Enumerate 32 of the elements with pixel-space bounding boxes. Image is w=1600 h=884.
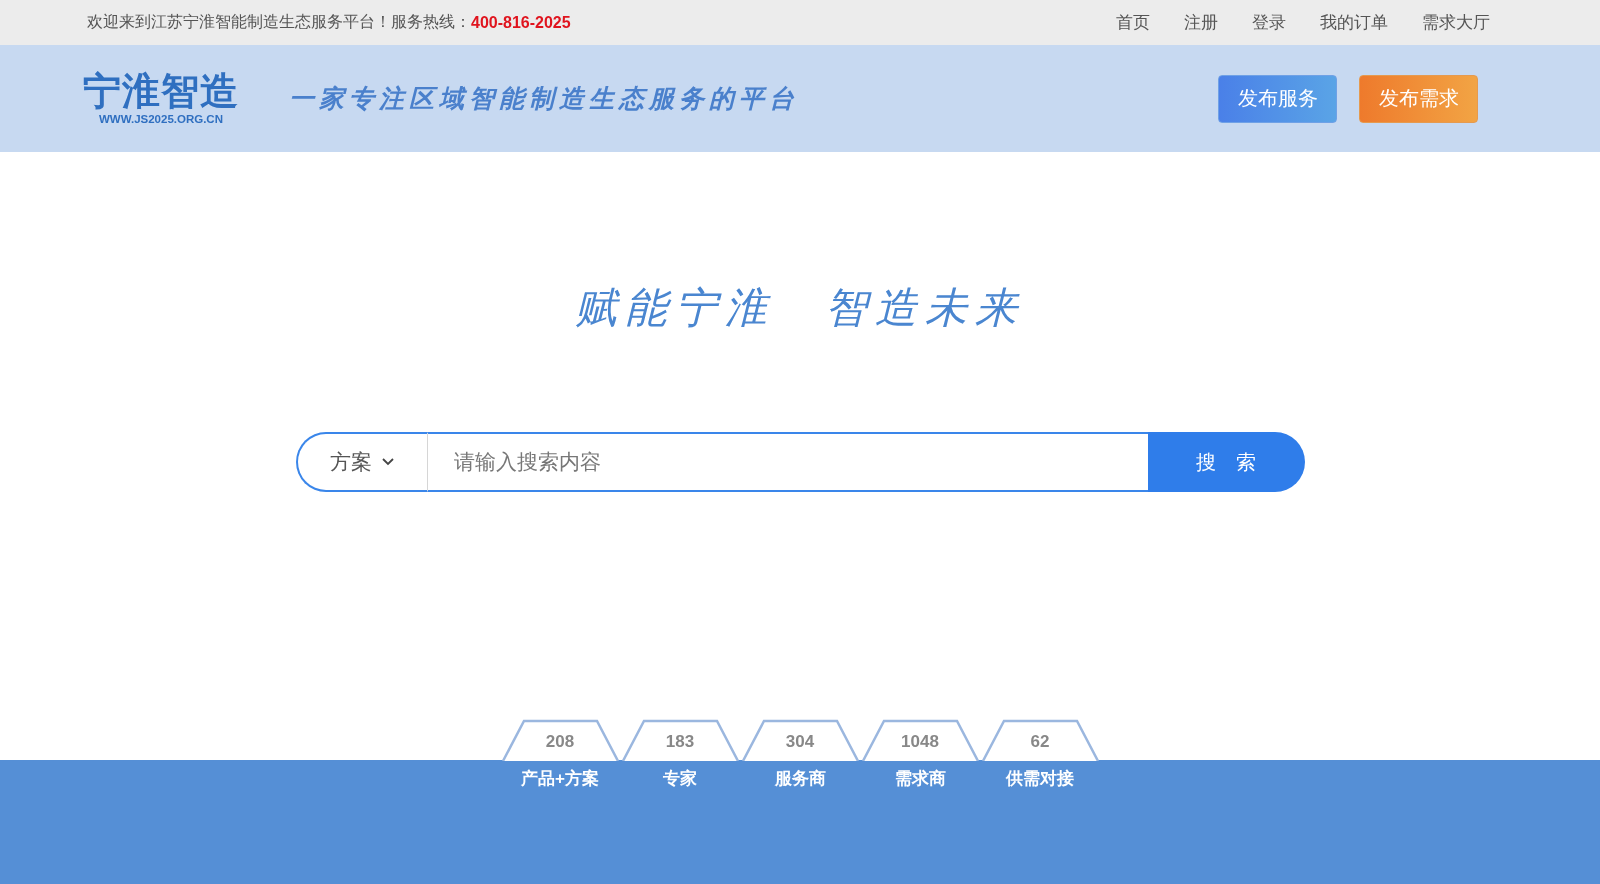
- stat-count: 208: [545, 732, 575, 752]
- stat-label: 供需对接: [1005, 768, 1075, 790]
- nav-link[interactable]: 需求大厅: [1422, 11, 1490, 34]
- nav-link[interactable]: 我的订单: [1320, 11, 1388, 34]
- category-dropdown[interactable]: 方案: [295, 432, 428, 492]
- stat-count: 183: [665, 732, 695, 752]
- stat-tab[interactable]: 62: [981, 719, 1099, 761]
- stat-count: 304: [785, 732, 815, 752]
- slogan: 赋能宁淮 智造未来: [575, 282, 1025, 334]
- stat-tab[interactable]: 208: [501, 719, 619, 761]
- post-service-button[interactable]: 发布服务: [1218, 74, 1337, 123]
- stat-tab[interactable]: 1048: [861, 719, 979, 761]
- hotline-number: 400-816-2025: [471, 13, 571, 32]
- nav-link[interactable]: 登录: [1252, 11, 1286, 34]
- stat-label: 需求商: [893, 768, 947, 790]
- stat-label: 服务商: [773, 768, 827, 790]
- search-button[interactable]: 搜 索: [1147, 432, 1305, 492]
- stat-label: 产品+方案: [520, 768, 600, 790]
- nav-link[interactable]: 注册: [1184, 11, 1218, 34]
- chevron-down-icon: [382, 458, 394, 466]
- welcome-text: 欢迎来到江苏宁淮智能制造生态服务平台！服务热线：: [87, 12, 471, 32]
- stat-count: 62: [1030, 732, 1050, 752]
- stat-tab[interactable]: 183: [621, 719, 739, 761]
- tagline: 一家专注区域智能制造生态服务的平台: [289, 83, 799, 115]
- search-input[interactable]: 请输入搜索内容: [427, 432, 1148, 492]
- stat-label: 专家: [662, 768, 698, 790]
- logo-url: WWW.JS2025.ORG.CN: [99, 113, 223, 125]
- nav-link[interactable]: 首页: [1116, 11, 1150, 34]
- post-demand-button[interactable]: 发布需求: [1359, 74, 1478, 123]
- stat-count: 1048: [901, 732, 939, 752]
- stat-tab[interactable]: 304: [741, 719, 859, 761]
- logo-text: 宁淮智造: [83, 72, 239, 110]
